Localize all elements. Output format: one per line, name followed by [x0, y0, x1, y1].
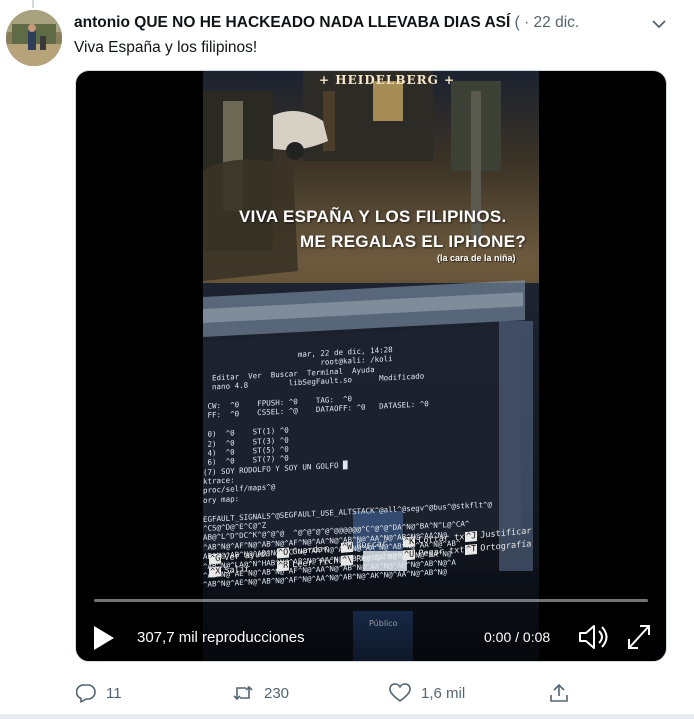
chevron-down-icon: [652, 19, 666, 28]
nano-shortcut-key: ^O: [277, 547, 290, 559]
thread-line: [32, 0, 34, 8]
nano-shortcut-key: ^W: [341, 541, 354, 553]
video-caption-line-2: ME REGALAS EL IPHONE?: [300, 232, 527, 251]
retweet-button[interactable]: 230: [232, 678, 289, 708]
share-icon: [550, 683, 568, 702]
heart-icon: [389, 683, 411, 702]
reply-count: 11: [106, 684, 122, 702]
like-button[interactable]: 1,6 mil: [389, 678, 465, 708]
progress-bar[interactable]: [94, 599, 648, 602]
play-icon[interactable]: [92, 624, 116, 652]
reply-button[interactable]: 11: [76, 678, 122, 708]
avatar[interactable]: [6, 10, 62, 66]
nano-shortcut-key: ^\: [341, 554, 354, 566]
nano-shortcut-label: Salir: [224, 563, 250, 577]
author-name[interactable]: antonio QUE NO HE HACKEADO NADA LLEVABA …: [74, 14, 510, 31]
nano-shortcut: ^\ Reemplazar: [341, 550, 407, 566]
video-caption-note: (la cara de la niña): [437, 253, 516, 263]
video-caption-line-1: VIVA ESPAÑA Y LOS FILIPINOS.: [239, 207, 507, 226]
retweet-count: 230: [264, 684, 290, 702]
tweet-actions: 11 230 1,6 mil: [0, 678, 694, 708]
nano-shortcut-key: ^K: [403, 536, 416, 548]
retweet-icon: [233, 685, 253, 701]
like-count: 1,6 mil: [421, 684, 466, 702]
avatar-photo: [6, 10, 62, 66]
nano-shortcut-key: ^X: [209, 566, 222, 578]
fullscreen-icon[interactable]: [625, 622, 653, 652]
nano-shortcut-label: Ortografía: [480, 539, 532, 554]
share-button[interactable]: [549, 678, 579, 708]
nano-shortcut-key: ^G: [209, 553, 222, 565]
view-count: 307,7 mil reproducciones: [137, 629, 305, 646]
nano-shortcut: ^T Ortografía: [465, 539, 532, 556]
video-controls: 307,7 mil reproducciones 0:00 / 0:08: [76, 581, 666, 661]
video-player[interactable]: + HEIDELBERG + VIVA ESPAÑA Y LOS FILIPIN…: [75, 70, 667, 662]
heidelberg-sign: + HEIDELBERG +: [319, 73, 456, 87]
nano-shortcut-key: ^U: [403, 549, 416, 561]
nano-shortcut-label: Pegar txt: [418, 545, 465, 560]
nano-shortcut: ^X Salir: [209, 564, 250, 578]
video-time: 0:00 / 0:08: [484, 629, 551, 645]
author-meta[interactable]: ( · 22 dic.: [510, 14, 580, 31]
nano-shortcut-label: Leer fich.: [292, 555, 344, 571]
nano-shortcut: ^R Leer fich.: [277, 556, 343, 572]
tweet-text: Viva España y los filipinos!: [74, 39, 258, 56]
more-options-button[interactable]: [648, 14, 670, 34]
volume-muted-icon[interactable]: [577, 622, 611, 652]
nano-shortcut-label: Buscar: [356, 538, 387, 552]
reply-icon: [76, 684, 96, 703]
video-frame: + HEIDELBERG + VIVA ESPAÑA Y LOS FILIPIN…: [203, 71, 539, 661]
nano-shortcut-key: ^R: [277, 560, 290, 572]
nano-shortcut: ^U Pegar txt: [403, 545, 465, 561]
nano-shortcut-label: Guardar: [292, 544, 329, 558]
nano-shortcut-key: ^T: [465, 544, 478, 556]
nano-shortcut-label: Reemplazar: [356, 550, 408, 565]
tweet-header: antonio QUE NO HE HACKEADO NADA LLEVABA …: [74, 13, 644, 35]
nano-shortcut-key: ^J: [465, 531, 478, 543]
tweet-divider: [0, 714, 694, 719]
